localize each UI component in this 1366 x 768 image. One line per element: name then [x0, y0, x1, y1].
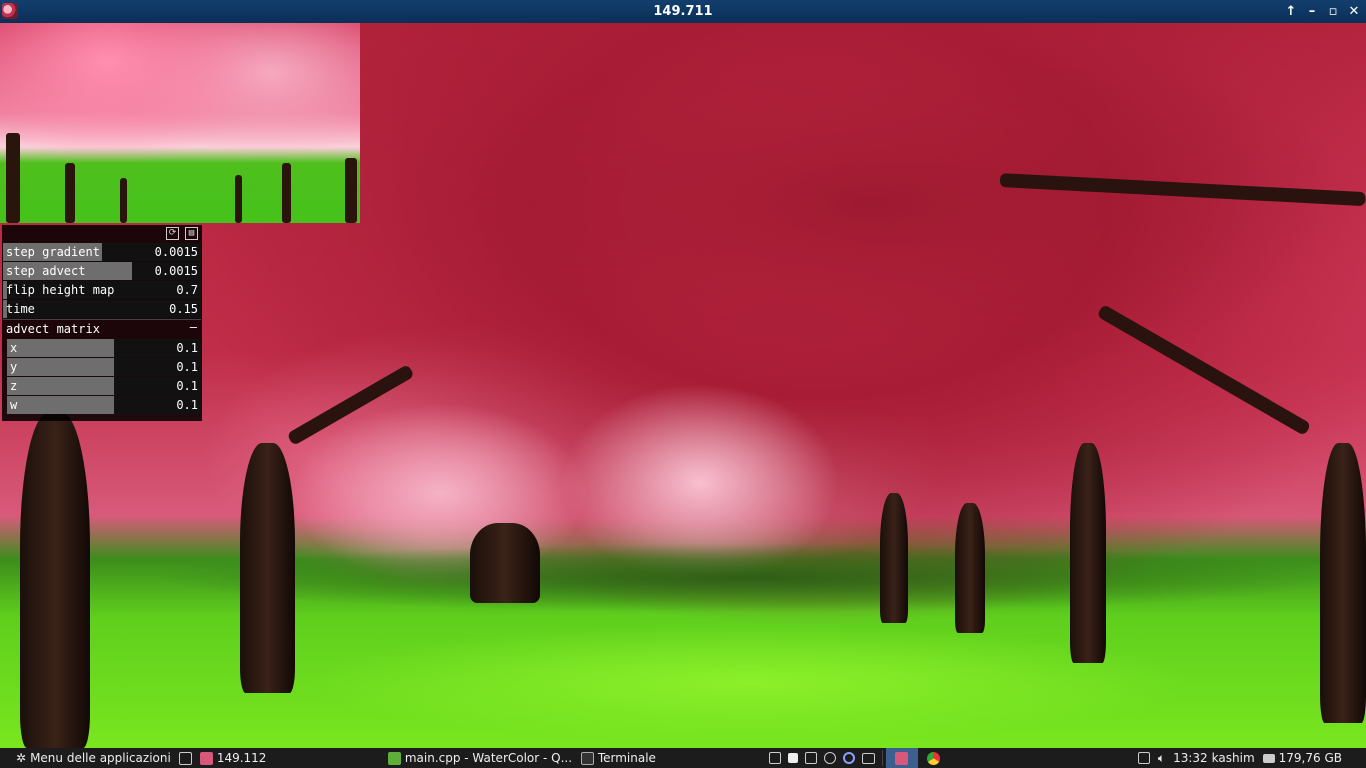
slider-step-advect[interactable]: step advect 0.0015	[3, 262, 201, 280]
terminal-icon[interactable]	[787, 753, 798, 763]
slider-fill	[7, 358, 114, 376]
preview-tree	[65, 163, 75, 223]
slider-matrix-w[interactable]: w 0.1	[7, 396, 201, 414]
volume-icon: 🔈︎	[1157, 750, 1166, 765]
tree-trunk	[1320, 443, 1366, 723]
minimize-button[interactable]: –	[1306, 4, 1318, 19]
qtcreator-icon	[387, 751, 401, 765]
preview-tree	[120, 178, 127, 223]
taskbar-window-label: Terminale	[597, 751, 656, 765]
tree-trunk	[240, 443, 295, 693]
applications-menu-button[interactable]: ✲ Menu delle applicazioni	[0, 748, 175, 768]
show-desktop-button[interactable]	[175, 748, 196, 768]
window-title: 149.711	[653, 4, 713, 19]
slider-label: flip height map	[6, 283, 115, 297]
menu-icon: ✲	[16, 751, 27, 765]
save-icon[interactable]: ▤	[185, 227, 198, 240]
collapse-button[interactable]: –	[190, 320, 197, 334]
panel-header: ⟳ ▤	[2, 225, 202, 242]
document-icon[interactable]	[804, 752, 817, 764]
slider-label: x	[10, 341, 18, 355]
group-advect-matrix[interactable]: advect matrix –	[3, 319, 201, 338]
maximize-button[interactable]: ▫	[1327, 4, 1339, 19]
slider-fill	[7, 377, 114, 395]
taskbar-window-label: 149.112	[216, 751, 267, 765]
app-icon	[895, 751, 909, 765]
window-titlebar[interactable]: 149.711 ↑ – ▫ ✕	[0, 0, 1366, 23]
terminal-icon	[580, 751, 594, 765]
app-icon	[199, 751, 213, 765]
user-name: kashim	[1211, 751, 1255, 765]
network-icon	[1137, 752, 1150, 764]
desktop-icon	[178, 751, 192, 765]
group-label: advect matrix	[6, 322, 100, 336]
clock-time: 13:32	[1173, 751, 1208, 765]
taskbar-window-terminal[interactable]: Terminale	[577, 748, 765, 768]
slider-step-gradient[interactable]: step gradient 0.0015	[3, 243, 201, 261]
slider-fill	[7, 339, 114, 357]
slider-value: 0.1	[176, 360, 198, 374]
preview-tree	[6, 133, 20, 223]
slider-value: 0.1	[176, 341, 198, 355]
slider-value: 0.15	[169, 302, 198, 316]
source-image-preview	[0, 23, 360, 223]
slider-value: 0.0015	[154, 264, 198, 278]
separator	[881, 750, 883, 766]
slider-value: 0.7	[176, 283, 198, 297]
taskbar: ✲ Menu delle applicazioni 149.112 main.c…	[0, 748, 1366, 768]
slider-label: step gradient	[6, 245, 100, 259]
slider-time[interactable]: time 0.15	[3, 300, 201, 318]
disk-free: 179,76 GB	[1278, 751, 1342, 765]
menu-label: Menu delle applicazioni	[30, 751, 171, 765]
disk-icon	[1262, 753, 1275, 763]
lawn-light	[300, 623, 1200, 743]
taskbar-window-qtcreator[interactable]: main.cpp - WaterColor - Q...	[384, 748, 577, 768]
slider-fill	[7, 396, 114, 414]
preview-tree	[282, 163, 291, 223]
folder-icon[interactable]	[861, 752, 875, 764]
slider-label: w	[10, 398, 18, 412]
slider-flip-height-map[interactable]: flip height map 0.7	[3, 281, 201, 299]
close-button[interactable]: ✕	[1348, 4, 1360, 19]
parameter-panel: ⟳ ▤ step gradient 0.0015 step advect 0.0…	[2, 225, 202, 421]
slider-matrix-x[interactable]: x 0.1	[7, 339, 201, 357]
volume-control[interactable]: 🔈︎	[1154, 748, 1169, 768]
slider-matrix-z[interactable]: z 0.1	[7, 377, 201, 395]
slider-label: time	[6, 302, 35, 316]
slider-label: z	[10, 379, 18, 393]
taskbar-window-label: main.cpp - WaterColor - Q...	[404, 751, 573, 765]
tree-trunk	[470, 523, 540, 603]
disk-usage[interactable]: 179,76 GB	[1259, 748, 1366, 768]
app-icon[interactable]	[2, 3, 18, 19]
preview-tree	[345, 158, 357, 223]
keep-above-button[interactable]: ↑	[1285, 4, 1297, 19]
reload-icon[interactable]: ⟳	[166, 227, 179, 240]
chrome-icon	[927, 751, 941, 765]
window-icon[interactable]	[768, 752, 781, 764]
taskbar-window-149112[interactable]: 149.112	[196, 748, 384, 768]
slider-value: 0.1	[176, 379, 198, 393]
workspace-1-button[interactable]	[885, 748, 918, 768]
tree-trunk	[880, 493, 908, 623]
network-indicator[interactable]	[1134, 748, 1154, 768]
canopy-shade	[380, 23, 1360, 383]
tree-trunk	[20, 413, 90, 748]
preview-tree	[235, 175, 242, 223]
clock[interactable]: 13:32 kashim	[1169, 748, 1259, 768]
search-icon[interactable]	[842, 752, 855, 764]
tree-trunk	[955, 503, 985, 633]
hedge	[150, 543, 1350, 613]
slider-value: 0.1	[176, 398, 198, 412]
chrome-launcher[interactable]	[918, 748, 950, 768]
slider-matrix-y[interactable]: y 0.1	[7, 358, 201, 376]
launcher-group	[765, 748, 879, 768]
slider-label: step advect	[6, 264, 86, 278]
web-icon[interactable]	[823, 752, 836, 764]
slider-value: 0.0015	[154, 245, 198, 259]
slider-label: y	[10, 360, 18, 374]
tree-trunk	[1070, 443, 1106, 663]
